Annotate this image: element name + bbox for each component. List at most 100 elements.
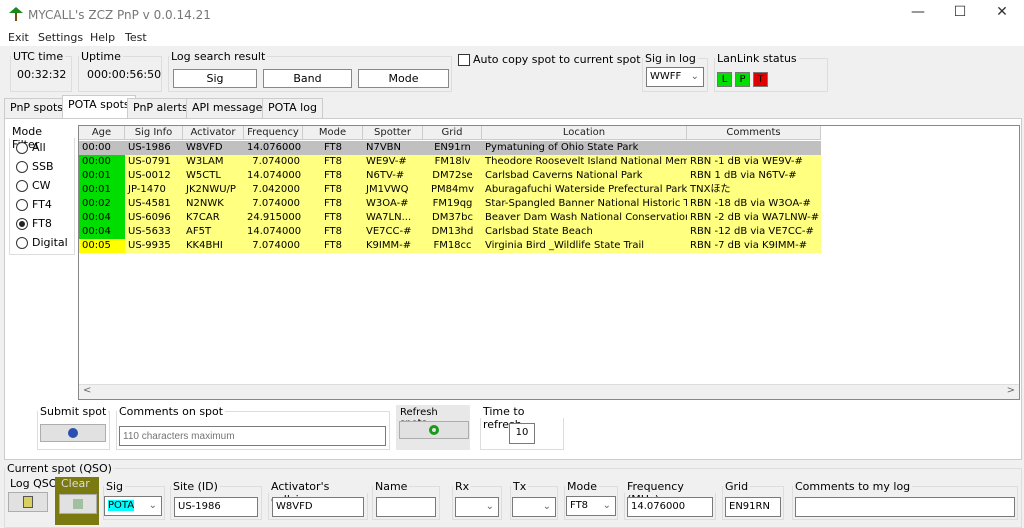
horizontal-scrollbar[interactable]: < > <box>79 384 1019 399</box>
cell-spotter: VE7CC-# <box>366 226 412 237</box>
cell-sig-info: US-5633 <box>128 226 171 237</box>
cell-sig-info: US-4581 <box>128 198 171 209</box>
col-frequency[interactable]: Frequency <box>244 126 303 140</box>
tab-pota-spots[interactable]: POTA spots <box>62 95 136 119</box>
col-sig-info[interactable]: Sig Info <box>125 126 183 140</box>
tab-pota-log[interactable]: POTA log <box>262 98 323 118</box>
checkbox-box[interactable] <box>458 53 470 66</box>
mode-filter-all[interactable]: All <box>16 141 46 154</box>
scroll-right-icon[interactable]: > <box>1007 385 1015 396</box>
cell-frequency: 7.074000 <box>252 198 300 209</box>
mode-search-button[interactable]: Mode <box>358 69 449 88</box>
clear-button[interactable] <box>59 494 97 514</box>
table-header: Age Sig Info Activator Frequency Mode Sp… <box>79 126 821 140</box>
auto-copy-checkbox[interactable]: Auto copy spot to current spot <box>458 53 641 66</box>
cell-mode: FT8 <box>323 142 343 153</box>
log-qso-button[interactable] <box>8 492 48 512</box>
cell-spotter: WE9V-# <box>366 156 407 167</box>
radio-button[interactable] <box>16 179 28 192</box>
cell-age: 00:00 <box>79 155 125 169</box>
frequency-input[interactable]: 14.076000 <box>627 497 713 517</box>
tx-select[interactable]: ⌄ <box>512 497 556 517</box>
site-id-input[interactable]: US-1986 <box>174 497 258 517</box>
radio-button[interactable] <box>16 141 28 154</box>
table-row[interactable]: 00:02 US-4581 N2NWK 7.074000 FT8 W3OA-# FM19qg… <box>79 197 821 211</box>
grid-input[interactable]: EN91RN <box>725 497 781 517</box>
col-grid[interactable]: Grid <box>423 126 482 140</box>
comments-to-log-input[interactable] <box>795 497 1015 517</box>
radio-label: SSB <box>32 160 54 173</box>
band-search-button[interactable]: Band <box>263 69 352 88</box>
cell-sig-info: US-0791 <box>128 156 171 167</box>
table-row[interactable]: 00:00 US-1986 W8VFD 14.076000 FT8 N7VBN EN91rn… <box>79 141 821 155</box>
cell-grid: DM13hd <box>431 226 474 237</box>
col-location[interactable]: Location <box>482 126 687 140</box>
mode-filter-cw[interactable]: CW <box>16 179 51 192</box>
cell-spotter: WA7LN... <box>366 212 412 223</box>
radio-button[interactable] <box>16 160 28 173</box>
name-input[interactable] <box>376 497 436 517</box>
table-row[interactable]: 00:01 JP-1470 JK2NWU/P 7.042000 FT8 JM1VWQ PM8… <box>79 183 821 197</box>
col-mode[interactable]: Mode <box>303 126 363 140</box>
menu-test[interactable]: Test <box>125 31 147 44</box>
cell-activator: AF5T <box>186 226 212 237</box>
comments-on-spot-input[interactable] <box>119 426 386 446</box>
window-title: MYCALL's ZCZ PnP v 0.0.14.21 <box>28 8 211 22</box>
table-row[interactable]: 00:00 US-0791 W3LAM 7.074000 FT8 WE9V-# FM18lv… <box>79 155 821 169</box>
col-age[interactable]: Age <box>79 126 125 140</box>
table-row[interactable]: 00:04 US-6096 K7CAR 24.915000 FT8 WA7LN... DM3… <box>79 211 821 225</box>
cell-mode: FT8 <box>323 156 343 167</box>
cell-mode: FT8 <box>323 226 343 237</box>
cell-comments: RBN -18 dB via W3OA-# <box>690 198 811 209</box>
mode-filter-ft4[interactable]: FT4 <box>16 198 52 211</box>
radio-label: CW <box>32 179 51 192</box>
cell-grid: FM19qg <box>432 198 473 209</box>
time-to-refresh-input[interactable]: 10 <box>509 423 535 444</box>
mode-filter-digital[interactable]: Digital <box>16 236 68 249</box>
mode-filter-ft8[interactable]: FT8 <box>16 217 52 230</box>
table-row[interactable]: 00:05 US-9935 KK4BHI 7.074000 FT8 K9IMM-# FM18… <box>79 239 821 253</box>
mode-filter-ssb[interactable]: SSB <box>16 160 54 173</box>
mode-select[interactable]: FT8 ⌄ <box>566 496 616 516</box>
tab-pnp-alerts[interactable]: PnP alerts <box>127 98 194 118</box>
activator-callsign-input[interactable]: W8VFD <box>272 497 364 517</box>
cell-mode: FT8 <box>323 170 343 181</box>
table-row[interactable]: 00:04 US-5633 AF5T 14.074000 FT8 VE7CC-# DM13h… <box>79 225 821 239</box>
rx-select[interactable]: ⌄ <box>455 497 499 517</box>
minimize-button[interactable]: — <box>898 4 938 26</box>
table-row[interactable]: 00:01 US-0012 W5CTL 14.074000 FT8 N6TV-# DM72s… <box>79 169 821 183</box>
cell-age: 00:01 <box>79 169 125 183</box>
cell-location: Carlsbad Caverns National Park <box>485 170 643 181</box>
menu-help[interactable]: Help <box>90 31 115 44</box>
col-activator[interactable]: Activator <box>183 126 244 140</box>
cell-location: Aburagafuchi Waterside Prefectural Park <box>485 184 687 195</box>
cell-mode: FT8 <box>323 184 343 195</box>
col-spotter[interactable]: Spotter <box>363 126 423 140</box>
tab-pnp-spots[interactable]: PnP spots <box>4 98 70 118</box>
radio-button[interactable] <box>16 236 28 249</box>
cell-sig-info: US-1986 <box>128 142 171 153</box>
radio-label: All <box>32 141 46 154</box>
cell-activator: N2NWK <box>186 198 224 209</box>
menu-settings[interactable]: Settings <box>38 31 83 44</box>
radio-button[interactable] <box>16 217 28 230</box>
maximize-button[interactable]: ☐ <box>940 4 980 26</box>
lanlink-led-t: T <box>753 72 768 87</box>
chevron-down-icon: ⌄ <box>602 500 611 511</box>
tab-api-messages[interactable]: API messages <box>186 98 275 118</box>
col-comments[interactable]: Comments <box>687 126 821 140</box>
log-book-icon <box>23 496 33 508</box>
scroll-left-icon[interactable]: < <box>83 385 91 396</box>
refresh-spots-button[interactable] <box>399 421 469 439</box>
close-button[interactable]: ✕ <box>982 4 1022 26</box>
cell-spotter: N6TV-# <box>366 170 405 181</box>
submit-spot-button[interactable] <box>40 424 106 442</box>
menu-exit[interactable]: Exit <box>8 31 29 44</box>
cell-activator: W5CTL <box>186 170 221 181</box>
cell-spotter: N7VBN <box>366 142 402 153</box>
sig-search-button[interactable]: Sig <box>173 69 257 88</box>
sig-select[interactable]: POTA ⌄ <box>104 496 162 516</box>
cell-mode: FT8 <box>323 212 343 223</box>
sig-in-log-select[interactable]: WWFF ⌄ <box>646 67 704 87</box>
radio-button[interactable] <box>16 198 28 211</box>
